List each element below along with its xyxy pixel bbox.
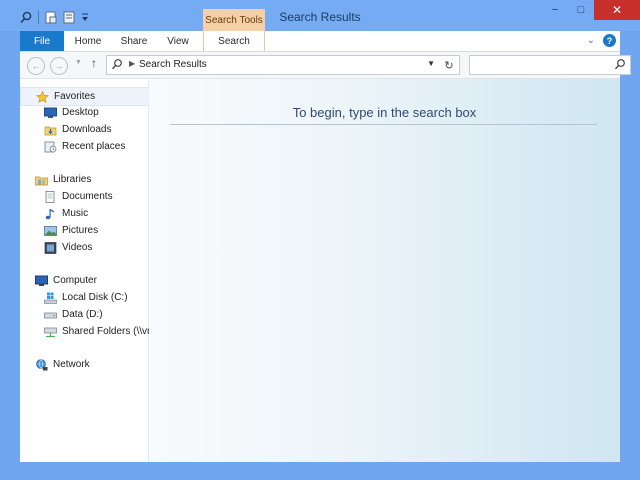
nav-network[interactable]: Network [20,356,163,373]
drive-icon [44,309,57,321]
nav-computer-label: Computer [53,275,97,286]
computer-icon [35,275,48,287]
empty-search-message: To begin, type in the search box [292,105,477,120]
nav-downloads-label: Downloads [62,124,112,135]
desktop-icon [44,107,57,119]
star-icon [36,90,49,103]
help-icon[interactable]: ? [603,34,616,47]
search-box[interactable] [469,55,631,75]
recent-places-icon [44,141,57,153]
nav-network-label: Network [53,359,90,370]
nav-pictures-label: Pictures [62,225,99,236]
back-arrow-icon: ← [31,61,41,71]
address-bar[interactable]: ▶ Search Results ▼ [106,55,440,75]
expand-ribbon-icon[interactable]: ⌄ [587,35,595,46]
minimize-button[interactable]: − [542,0,568,20]
tab-home[interactable]: Home [70,31,106,51]
up-arrow-icon[interactable]: ↑ [91,56,97,70]
search-input[interactable] [472,57,614,71]
tab-file[interactable]: File [20,31,64,51]
recent-locations-dropdown-icon[interactable]: ▼ [75,59,82,66]
system-drive-icon [44,292,57,304]
close-button[interactable]: ✕ [594,0,640,20]
nav-favorites-label: Favorites [54,91,96,102]
tab-share[interactable]: Share [114,31,154,51]
search-location-icon [111,58,123,73]
nav-shared-folders-label: Shared Folders (\\vm [62,326,156,337]
breadcrumb-search-results[interactable]: Search Results [139,59,207,70]
downloads-icon [44,124,57,136]
network-icon [35,358,48,371]
nav-computer[interactable]: Computer [20,272,163,289]
address-toolbar: ← → ▼ ↑ ▶ Search Results ▼ ↻ [20,52,631,79]
maximize-button[interactable]: □ [568,0,594,20]
back-button[interactable]: ← [27,57,45,75]
search-icon[interactable] [614,58,626,73]
nav-data-d-label: Data (D:) [62,309,103,320]
tab-view[interactable]: View [160,31,196,51]
network-drive-icon [44,326,57,338]
nav-recent-places-label: Recent places [62,141,126,152]
message-divider [170,124,597,125]
breadcrumb-chevron-icon[interactable]: ▶ [129,59,135,68]
videos-icon [44,241,57,254]
refresh-icon: ↻ [444,59,454,72]
title-bar: Search Tools Search Results − □ ✕ [0,0,640,31]
nav-documents-label: Documents [62,191,113,202]
nav-libraries[interactable]: Libraries [20,171,163,188]
forward-button[interactable]: → [50,57,68,75]
navigation-pane: Favorites Desktop Downloads Recent place… [20,79,161,462]
refresh-button[interactable]: ↻ [439,55,460,75]
forward-arrow-icon: → [54,61,64,71]
nav-videos-label: Videos [62,242,93,253]
caption-buttons: − □ ✕ [542,0,640,20]
nav-music-label: Music [62,208,89,219]
nav-libraries-label: Libraries [53,174,92,185]
explorer-window: Search Tools Search Results − □ ✕ File H… [0,0,640,480]
pictures-icon [44,225,57,237]
ribbon-tab-strip: File Home Share View Search ⌄ ? [20,31,620,52]
ribbon-controls: ⌄ ? [587,34,616,47]
documents-icon [44,190,57,203]
nav-local-disk-c-label: Local Disk (C:) [62,292,128,303]
results-pane: To begin, type in the search box [149,79,620,462]
nav-desktop-label: Desktop [62,107,99,118]
libraries-icon [35,174,48,186]
tab-search[interactable]: Search [203,31,265,51]
music-icon [44,208,57,220]
address-dropdown-icon[interactable]: ▼ [427,59,435,68]
